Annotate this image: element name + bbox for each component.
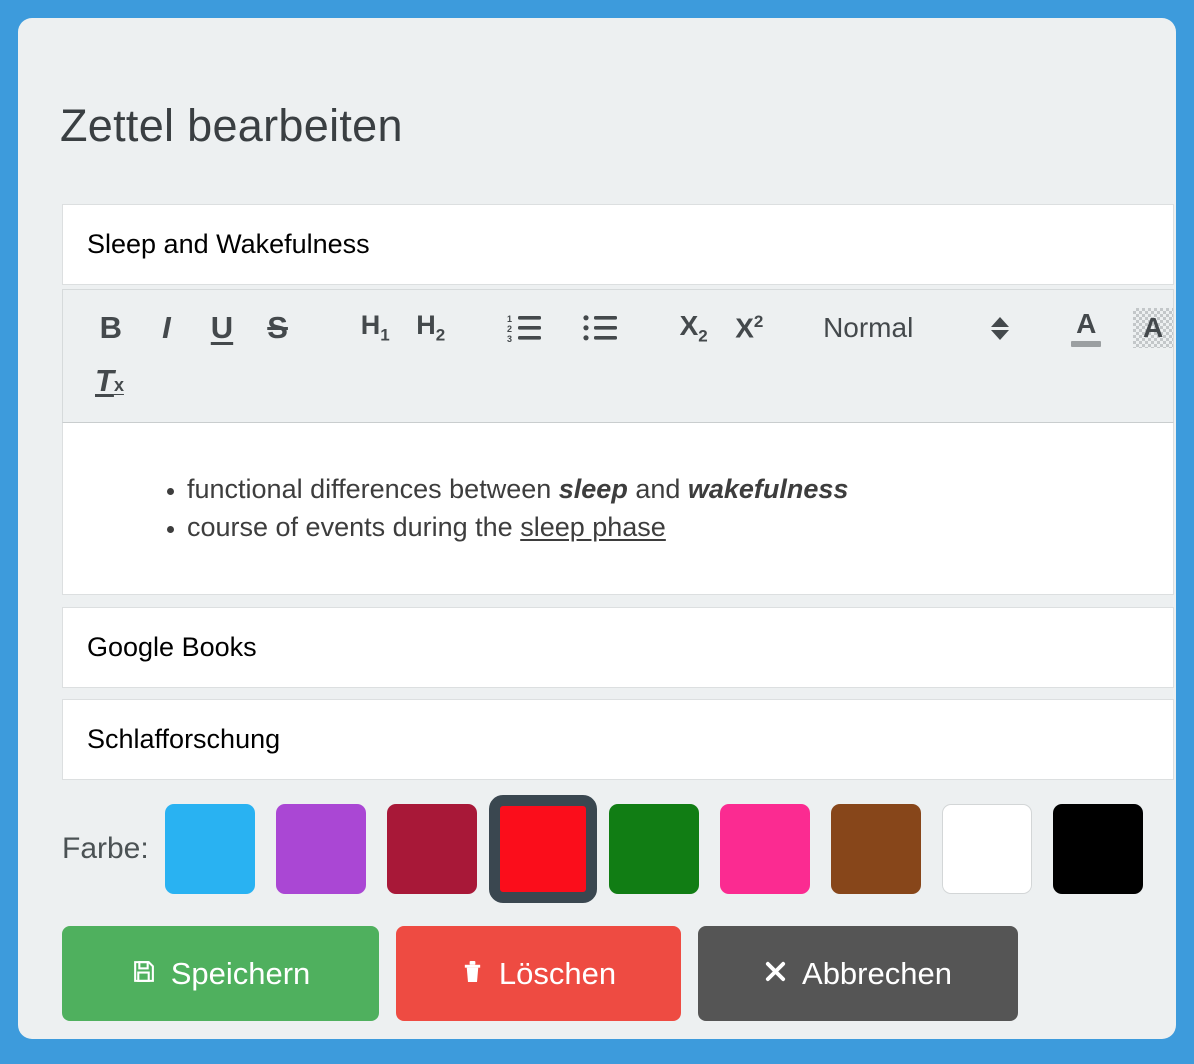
bold-icon[interactable]: B bbox=[83, 305, 139, 351]
color-swatch-pink[interactable] bbox=[720, 804, 810, 894]
font-color-icon[interactable]: A bbox=[1071, 309, 1102, 347]
save-icon bbox=[131, 959, 156, 989]
note-content-editor[interactable]: functional differences between sleep and… bbox=[62, 423, 1174, 595]
page-title: Zettel bearbeiten bbox=[60, 100, 403, 151]
note-bullet-list: functional differences between sleep and… bbox=[63, 471, 1173, 546]
trash-icon bbox=[461, 959, 484, 989]
ordered-list-icon[interactable]: 1 2 3 bbox=[501, 305, 549, 351]
delete-button-label: Löschen bbox=[498, 955, 617, 991]
highlight-color-icon[interactable]: A bbox=[1133, 308, 1173, 348]
underline-icon[interactable]: U bbox=[194, 305, 250, 351]
color-swatch-crimson[interactable] bbox=[387, 804, 477, 894]
list-item: functional differences between sleep and… bbox=[187, 471, 1173, 508]
subscript-icon[interactable]: X2 bbox=[666, 305, 722, 351]
color-swatch-light-blue[interactable] bbox=[165, 804, 255, 894]
cancel-button[interactable]: Abbrechen bbox=[698, 926, 1018, 1021]
italic-icon[interactable]: I bbox=[139, 305, 195, 351]
editor-toolbar-row-1: B I U S H1 H2 1 2 3 X2 X2 Normal A A bbox=[63, 300, 1173, 356]
save-button[interactable]: Speichern bbox=[62, 926, 379, 1021]
dialog-actions: Speichern Löschen Abbrechen bbox=[62, 926, 1035, 1021]
color-swatch-green[interactable] bbox=[609, 804, 699, 894]
color-swatch-red[interactable] bbox=[489, 795, 597, 903]
delete-button[interactable]: Löschen bbox=[396, 926, 681, 1021]
superscript-icon[interactable]: X2 bbox=[721, 305, 777, 351]
save-button-label: Speichern bbox=[170, 955, 311, 991]
bullet-list-icon[interactable] bbox=[576, 305, 624, 351]
editor-toolbar: B I U S H1 H2 1 2 3 X2 X2 Normal A A T x bbox=[62, 289, 1174, 423]
note-source-input[interactable]: Google Books bbox=[62, 607, 1174, 688]
chevron-updown-icon[interactable] bbox=[991, 316, 1010, 340]
editor-toolbar-row-2: Tx bbox=[63, 356, 1173, 406]
color-swatch-brown[interactable] bbox=[831, 804, 921, 894]
heading-2-icon[interactable]: H2 bbox=[403, 305, 459, 351]
cancel-button-label: Abbrechen bbox=[802, 955, 952, 991]
font-color-bar bbox=[1071, 340, 1102, 347]
format-select[interactable]: Normal bbox=[823, 312, 913, 344]
color-swatch-purple[interactable] bbox=[276, 804, 366, 894]
color-swatch-white[interactable] bbox=[942, 804, 1032, 894]
clear-formatting-icon[interactable]: Tx bbox=[95, 363, 124, 399]
svg-text:1: 1 bbox=[507, 314, 512, 324]
list-item: course of events during the sleep phase bbox=[187, 509, 1173, 546]
color-swatch-black[interactable] bbox=[1053, 804, 1143, 894]
color-picker-label: Farbe: bbox=[62, 832, 149, 865]
svg-text:3: 3 bbox=[507, 334, 512, 343]
color-picker: Farbe: bbox=[62, 790, 1174, 908]
edit-note-dialog: Zettel bearbeiten Sleep and Wakefulness … bbox=[18, 18, 1176, 1039]
note-keyword-input[interactable]: Schlafforschung bbox=[62, 699, 1174, 780]
strikethrough-icon[interactable]: S bbox=[250, 305, 306, 351]
close-icon bbox=[764, 960, 787, 988]
note-title-input[interactable]: Sleep and Wakefulness bbox=[62, 204, 1174, 285]
format-select-value: Normal bbox=[823, 312, 914, 343]
svg-text:2: 2 bbox=[507, 324, 512, 334]
heading-1-icon[interactable]: H1 bbox=[347, 305, 403, 351]
